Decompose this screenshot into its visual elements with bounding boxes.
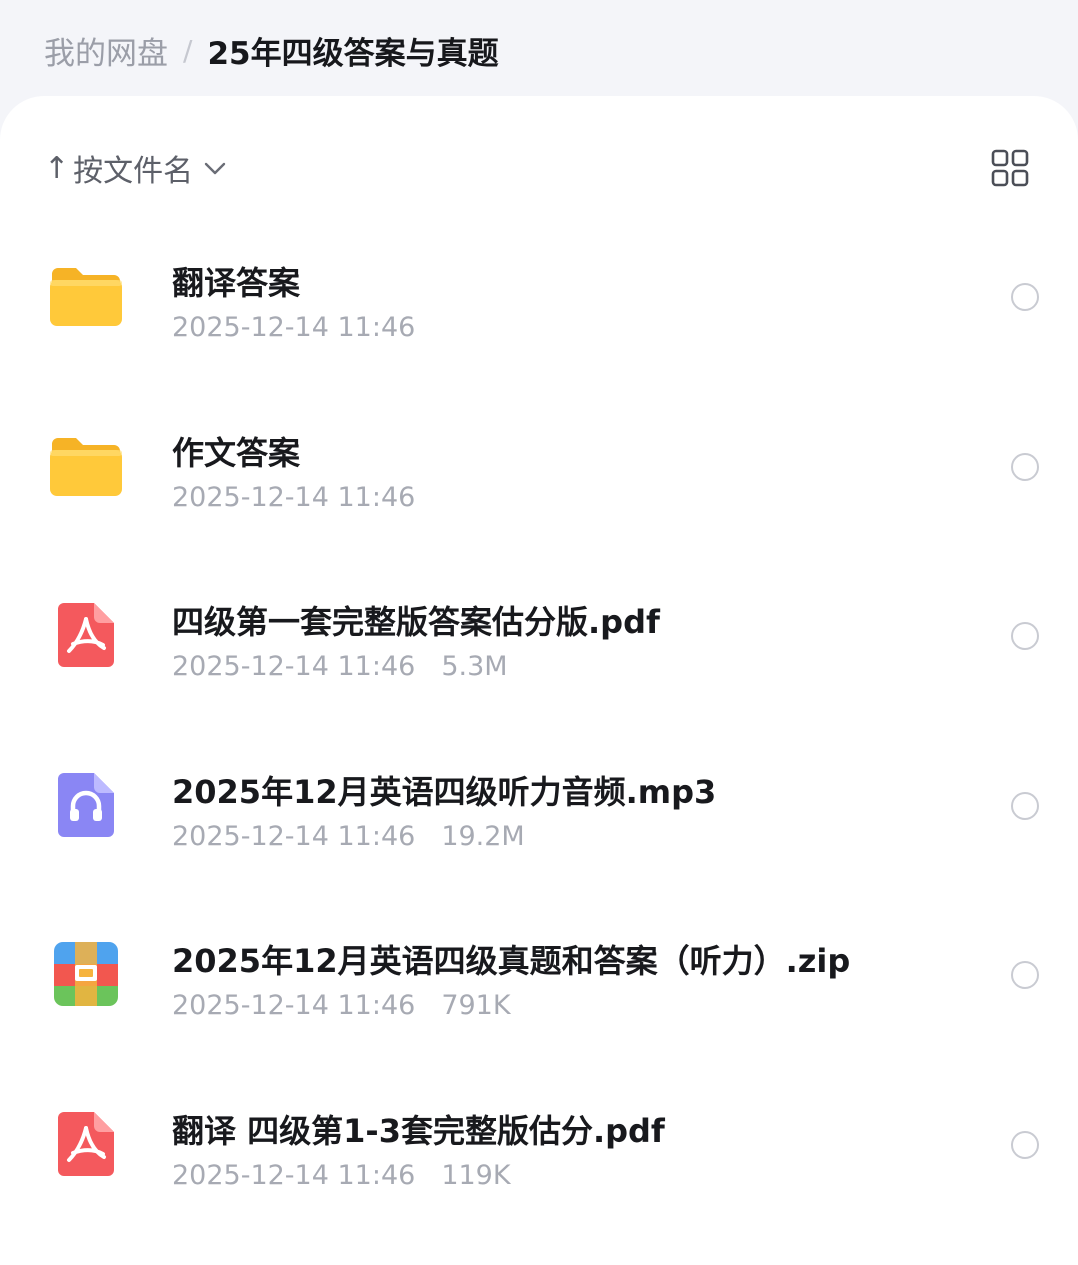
sort-direction-icon: ↑ [44, 150, 70, 186]
file-date: 2025-12-14 11:46 [172, 820, 416, 852]
select-radio[interactable] [1011, 283, 1039, 311]
file-row[interactable]: 作文答案 2025-12-14 11:46 [0, 382, 1078, 552]
file-name: 2025年12月英语四级真题和答案（听力）.zip [172, 942, 851, 980]
file-meta: 2025-12-14 11:46 119K [172, 1160, 511, 1191]
file-meta: 2025-12-14 11:46 791K [172, 990, 511, 1021]
breadcrumb: 我的网盘 / 25年四级答案与真题 [44, 24, 499, 76]
file-name: 2025年12月英语四级听力音频.mp3 [172, 772, 717, 811]
file-row[interactable]: 2025年12月英语四级听力音频.mp3 2025-12-14 11:46 19.… [0, 721, 1078, 891]
file-name: 翻译 四级第1-3套完整版估分.pdf [172, 1111, 665, 1150]
zip-icon [46, 934, 126, 1014]
file-browser-page: 我的网盘 / 25年四级答案与真题 ↑ 按文件名 翻译答案 2025-12-14… [0, 0, 1078, 1265]
file-list: 翻译答案 2025-12-14 11:46 作文答案 2025-12-14 11… [0, 212, 1078, 1229]
file-name: 作文答案 [172, 433, 301, 472]
file-meta: 2025-12-14 11:46 5.3M [172, 651, 508, 682]
file-date: 2025-12-14 11:46 [172, 1159, 416, 1191]
file-size: 119K [441, 1159, 511, 1191]
audio-icon [46, 765, 126, 845]
breadcrumb-current-folder: 25年四级答案与真题 [207, 35, 499, 72]
select-radio[interactable] [1011, 791, 1039, 820]
file-size: 19.2M [441, 820, 525, 852]
pdf-icon [46, 595, 126, 675]
file-size: 791K [441, 990, 511, 1021]
breadcrumb-separator: / [183, 33, 193, 67]
breadcrumb-root[interactable]: 我的网盘 [44, 28, 168, 73]
sort-label: 按文件名 [73, 154, 194, 189]
file-size: 5.3M [441, 651, 508, 682]
select-radio[interactable] [1011, 452, 1039, 481]
grid-view-icon[interactable] [990, 148, 1030, 188]
file-meta: 2025-12-14 11:46 19.2M [172, 821, 525, 852]
file-name: 四级第一套完整版答案估分版.pdf [172, 603, 660, 641]
file-name: 翻译答案 [172, 264, 301, 302]
chevron-down-icon [203, 156, 227, 180]
file-row[interactable]: 2025年12月英语四级真题和答案（听力）.zip 2025-12-14 11:… [0, 890, 1078, 1060]
folder-icon [46, 426, 126, 506]
file-date: 2025-12-14 11:46 [172, 990, 416, 1021]
file-row[interactable]: 四级第一套完整版答案估分版.pdf 2025-12-14 11:46 5.3M [0, 551, 1078, 721]
file-date: 2025-12-14 11:46 [172, 481, 416, 513]
select-radio[interactable] [1011, 622, 1039, 650]
folder-icon [46, 256, 126, 336]
file-row[interactable]: 翻译 四级第1-3套完整版估分.pdf 2025-12-14 11:46 119K [0, 1060, 1078, 1230]
file-row[interactable]: 翻译答案 2025-12-14 11:46 [0, 212, 1078, 382]
file-meta: 2025-12-14 11:46 [172, 482, 415, 513]
file-date: 2025-12-14 11:46 [172, 312, 416, 343]
pdf-icon [46, 1104, 126, 1184]
sort-control[interactable]: ↑ 按文件名 [44, 146, 227, 190]
select-radio[interactable] [1011, 1130, 1039, 1159]
select-radio[interactable] [1011, 961, 1039, 989]
file-meta: 2025-12-14 11:46 [172, 312, 415, 343]
file-date: 2025-12-14 11:46 [172, 651, 416, 682]
